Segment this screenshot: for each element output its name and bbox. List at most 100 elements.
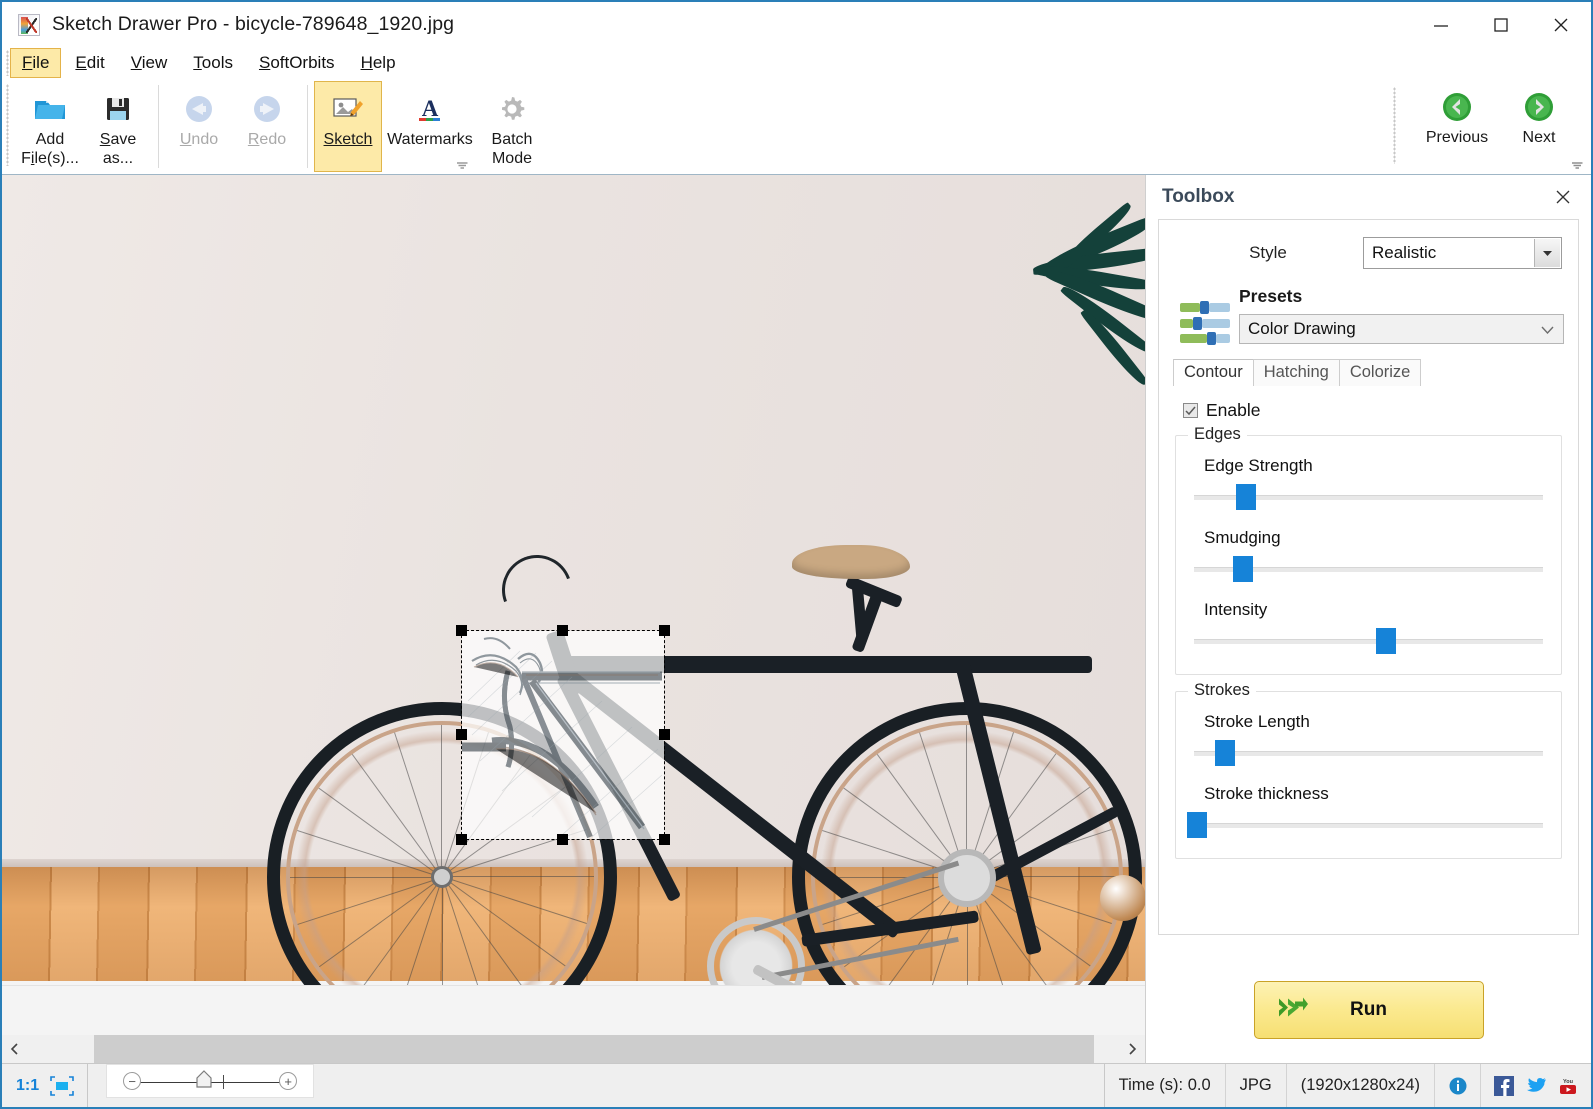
stroke-length-slider[interactable]: [1194, 740, 1543, 766]
intensity-thumb[interactable]: [1375, 628, 1396, 654]
menu-label-edit-rest: dit: [86, 53, 105, 72]
add-files-line2: File(s)...: [21, 150, 79, 167]
ribbon-group-file: Add File(s)... Save as...: [16, 79, 152, 174]
next-button[interactable]: Next: [1505, 79, 1573, 148]
maximize-icon[interactable]: [1471, 2, 1531, 47]
stroke-thickness-track[interactable]: [1194, 823, 1543, 828]
edge-strength-slider[interactable]: [1194, 484, 1543, 510]
stroke-length-track[interactable]: [1194, 751, 1543, 756]
menu-bar: File Edit View Tools SoftOrbits Help: [2, 47, 1591, 79]
chevron-down-icon-presets[interactable]: [1541, 319, 1554, 339]
stroke-length-label: Stroke Length: [1204, 712, 1310, 731]
save-as-button[interactable]: Save as...: [84, 81, 152, 172]
enable-checkbox[interactable]: [1183, 403, 1198, 418]
redo-button[interactable]: Redo: [233, 81, 301, 172]
next-label: Next: [1522, 129, 1556, 146]
batch-mode-button[interactable]: Batch Mode: [478, 81, 546, 172]
plus-icon[interactable]: +: [279, 1072, 298, 1090]
stroke-thickness-label: Stroke thickness: [1204, 784, 1329, 803]
add-files-button[interactable]: Add File(s)...: [16, 81, 84, 172]
floppy-disk-icon: [103, 90, 133, 128]
intensity-slider[interactable]: [1194, 628, 1543, 654]
rear-cog: [938, 849, 996, 907]
zoom-slider-thumb[interactable]: [195, 1069, 213, 1094]
stroke-thickness-slider[interactable]: [1187, 812, 1543, 838]
strokes-group-title: Strokes: [1188, 681, 1256, 700]
intensity-track[interactable]: [1194, 639, 1543, 644]
ribbon-separator-1: [158, 85, 159, 168]
ribbon-group-effects: Sketch A Watermarks Batch Mode: [314, 79, 546, 174]
scrollbar-thumb[interactable]: [94, 1035, 1094, 1063]
chevron-right-icon[interactable]: [1119, 1035, 1145, 1063]
edge-strength-thumb[interactable]: [1236, 484, 1257, 510]
svg-text:You: You: [1563, 1079, 1573, 1085]
style-dropdown[interactable]: Realistic: [1363, 237, 1562, 269]
menu-item-file[interactable]: File: [10, 48, 62, 78]
stroke-thickness-thumb[interactable]: [1187, 812, 1208, 838]
close-icon[interactable]: [1531, 2, 1591, 47]
intensity-label: Intensity: [1204, 600, 1268, 619]
social-links: You: [1481, 1064, 1591, 1107]
tab-colorize[interactable]: Colorize: [1338, 359, 1422, 386]
style-value: Realistic: [1372, 243, 1437, 262]
edges-group-title: Edges: [1188, 425, 1247, 444]
sketch-button[interactable]: Sketch: [314, 81, 382, 172]
ribbon-expander-left-icon[interactable]: [454, 158, 470, 172]
toolbox-body: Style Realistic Presets Color Drawing Co…: [1158, 219, 1579, 934]
enable-label: Enable: [1206, 400, 1261, 420]
ribbon-expander-icon[interactable]: [1569, 158, 1585, 172]
zoom-ratio-label: 1:1: [16, 1076, 40, 1094]
svg-text:A: A: [422, 96, 439, 121]
info-icon[interactable]: [1435, 1064, 1481, 1107]
zoom-slider-tick: [223, 1075, 225, 1089]
sketch-picture-icon: [331, 90, 365, 128]
chevron-left-icon[interactable]: [2, 1035, 28, 1063]
fit-to-screen-icon[interactable]: [49, 1064, 89, 1107]
tab-hatching[interactable]: Hatching: [1252, 359, 1340, 386]
chevron-down-icon[interactable]: [1534, 239, 1560, 267]
minimize-icon[interactable]: [1411, 2, 1471, 47]
window-controls: [1411, 2, 1591, 47]
presets-dropdown[interactable]: Color Drawing: [1239, 314, 1564, 344]
youtube-icon[interactable]: You: [1557, 1075, 1579, 1097]
style-row: Style Realistic: [1173, 236, 1564, 270]
zoom-slider[interactable]: − +: [106, 1064, 315, 1098]
brake-cable-icon: [490, 543, 584, 637]
menu-item-help[interactable]: Help: [349, 48, 408, 78]
enable-row[interactable]: Enable: [1183, 400, 1564, 421]
open-folder-icon: [32, 90, 68, 128]
status-bar: 1:1 − + Time (s): 0.0 JPG (1920x1280x24)…: [2, 1063, 1591, 1107]
menu-item-softorbits[interactable]: SoftOrbits: [247, 48, 347, 78]
rear-wheel: [792, 702, 1142, 985]
undo-button[interactable]: Undo: [165, 81, 233, 172]
add-files-line1: Add: [35, 131, 65, 148]
bicycle-bell: [1100, 875, 1145, 921]
tab-contour[interactable]: Contour: [1173, 359, 1254, 386]
presets-right: Presets Color Drawing: [1239, 286, 1564, 344]
menu-item-edit[interactable]: Edit: [63, 48, 116, 78]
twitter-icon[interactable]: [1525, 1075, 1547, 1097]
menu-item-tools[interactable]: Tools: [181, 48, 245, 78]
horizontal-scrollbar[interactable]: [2, 1035, 1145, 1063]
source-photo: [2, 175, 1145, 985]
window-title: Sketch Drawer Pro - bicycle-789648_1920.…: [52, 13, 455, 35]
run-button[interactable]: Run: [1253, 981, 1484, 1039]
stroke-length-thumb[interactable]: [1215, 740, 1236, 766]
menu-label-view-rest: iew: [141, 53, 168, 72]
status-spacer: [314, 1064, 1105, 1107]
canvas-bottom-strip: [2, 985, 1145, 1063]
sketch-label: Sketch: [323, 131, 373, 148]
smudging-slider[interactable]: [1194, 556, 1543, 582]
smudging-thumb[interactable]: [1232, 556, 1253, 582]
menu-item-view[interactable]: View: [119, 48, 180, 78]
toolbox-close-icon[interactable]: [1549, 183, 1577, 211]
minus-icon[interactable]: −: [123, 1072, 142, 1090]
previous-button[interactable]: Previous: [1409, 79, 1505, 148]
style-label: Style: [1249, 243, 1287, 262]
title-bar: Sketch Drawer Pro - bicycle-789648_1920.…: [2, 2, 1591, 47]
image-viewport[interactable]: [2, 175, 1145, 985]
facebook-icon[interactable]: [1493, 1075, 1515, 1097]
sliders-preset-icon: [1173, 286, 1239, 345]
scrollbar-track[interactable]: [28, 1035, 1119, 1063]
photo-bicycle: [2, 175, 1145, 985]
